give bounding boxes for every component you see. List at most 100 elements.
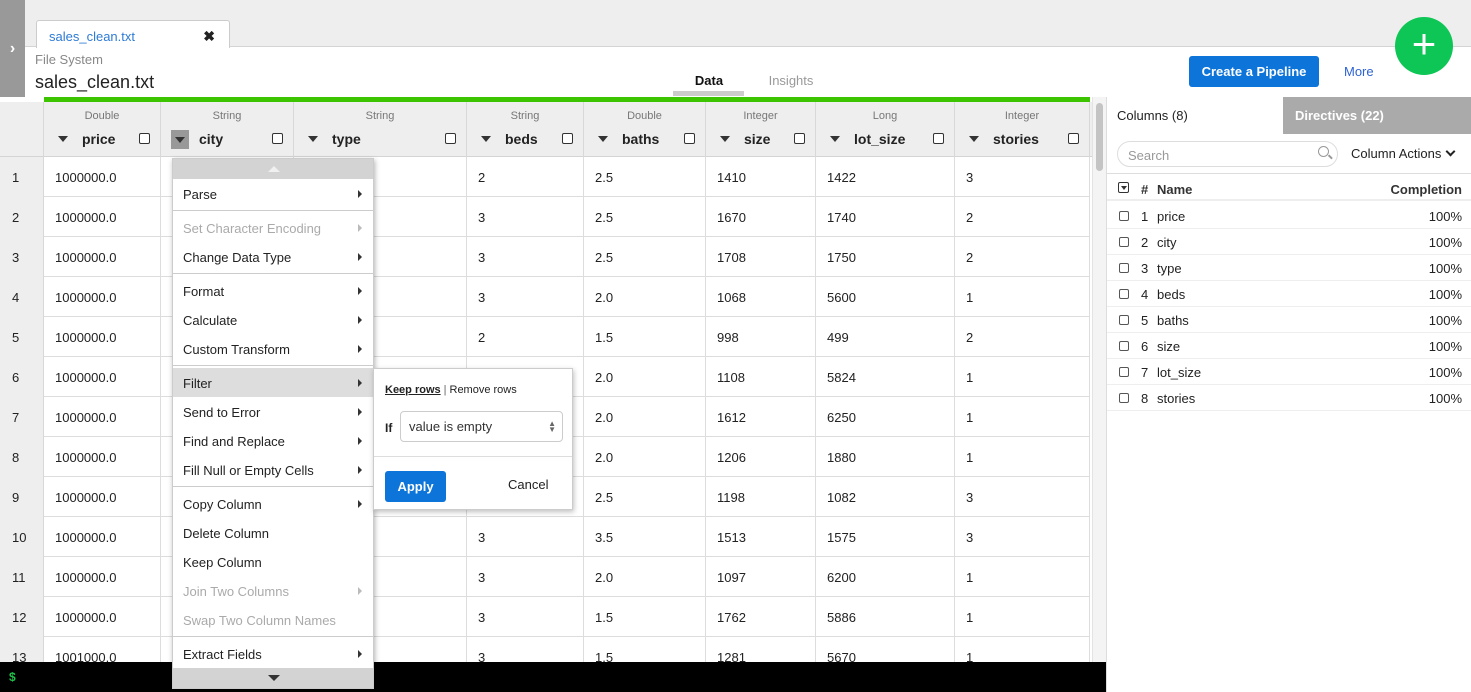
cell-beds[interactable]: 2 [467, 317, 584, 357]
column-select-checkbox[interactable] [1119, 315, 1129, 325]
tab-directives[interactable]: Directives (22) [1283, 97, 1471, 134]
cell-beds[interactable]: 3 [467, 197, 584, 237]
column-checkbox[interactable] [139, 133, 150, 144]
cell-lot_size[interactable]: 1082 [816, 477, 955, 517]
column-list-item[interactable]: 3 type 100% [1107, 255, 1471, 281]
close-icon[interactable]: ✖ [203, 28, 215, 45]
cell-baths[interactable]: 1.5 [584, 597, 706, 637]
tab-insights[interactable]: Insights [755, 73, 827, 88]
column-list-item[interactable]: 6 size 100% [1107, 333, 1471, 359]
grid-scrollbar[interactable] [1092, 97, 1106, 662]
cell-size[interactable]: 1670 [706, 197, 816, 237]
cell-baths[interactable]: 2.5 [584, 237, 706, 277]
column-select-checkbox[interactable] [1119, 393, 1129, 403]
cell-size[interactable]: 1281 [706, 637, 816, 662]
cell-baths[interactable]: 3.5 [584, 517, 706, 557]
cell-stories[interactable]: 3 [955, 477, 1090, 517]
menu-item-delete-column[interactable]: Delete Column [173, 518, 373, 547]
cell-beds[interactable]: 3 [467, 237, 584, 277]
cell-price[interactable]: 1000000.0 [44, 317, 161, 357]
cell-lot_size[interactable]: 1750 [816, 237, 955, 277]
cell-stories[interactable]: 1 [955, 597, 1090, 637]
sidebar-toggle[interactable]: › [0, 0, 25, 97]
column-menu-toggle[interactable] [171, 130, 189, 149]
cell-baths[interactable]: 2.0 [584, 557, 706, 597]
add-fab-button[interactable]: + [1395, 17, 1453, 75]
cell-stories[interactable]: 1 [955, 637, 1090, 662]
cell-baths[interactable]: 2.5 [584, 197, 706, 237]
cell-baths[interactable]: 2.0 [584, 357, 706, 397]
column-checkbox[interactable] [933, 133, 944, 144]
column-list-item[interactable]: 1 price 100% [1107, 203, 1471, 229]
column-select-checkbox[interactable] [1119, 263, 1129, 273]
cancel-button[interactable]: Cancel [508, 477, 548, 492]
select-all-checkbox[interactable] [1118, 182, 1129, 193]
column-header-baths[interactable]: Double baths [584, 102, 706, 157]
menu-item-find-and-replace[interactable]: Find and Replace [173, 426, 373, 455]
menu-item-filter[interactable]: Filter [173, 368, 373, 397]
remove-rows-option[interactable]: Remove rows [450, 384, 517, 396]
cell-lot_size[interactable]: 6250 [816, 397, 955, 437]
column-header-lot_size[interactable]: Long lot_size [816, 102, 955, 157]
cell-size[interactable]: 1097 [706, 557, 816, 597]
scrollbar-thumb[interactable] [1096, 103, 1103, 171]
column-list-item[interactable]: 7 lot_size 100% [1107, 359, 1471, 385]
column-actions-dropdown[interactable]: Column Actions [1351, 146, 1456, 161]
condition-select[interactable]: value is empty ▲ ▼ [400, 411, 563, 442]
column-select-checkbox[interactable] [1119, 211, 1129, 221]
menu-item-parse[interactable]: Parse [173, 179, 373, 208]
menu-item-extract-fields[interactable]: Extract Fields [173, 639, 373, 668]
caret-down-icon[interactable] [720, 136, 730, 142]
column-checkbox[interactable] [445, 133, 456, 144]
cell-size[interactable]: 998 [706, 317, 816, 357]
menu-item-copy-column[interactable]: Copy Column [173, 489, 373, 518]
cell-stories[interactable]: 1 [955, 357, 1090, 397]
cell-stories[interactable]: 3 [955, 157, 1090, 197]
file-tab[interactable]: sales_clean.txt ✖ [36, 20, 230, 48]
caret-down-icon[interactable] [969, 136, 979, 142]
column-header-type[interactable]: String type [294, 102, 467, 157]
cell-stories[interactable]: 1 [955, 397, 1090, 437]
caret-down-icon[interactable] [481, 136, 491, 142]
cell-size[interactable]: 1108 [706, 357, 816, 397]
cell-size[interactable]: 1068 [706, 277, 816, 317]
cell-baths[interactable]: 2.0 [584, 277, 706, 317]
column-checkbox[interactable] [272, 133, 283, 144]
column-header-city[interactable]: String city [161, 102, 294, 157]
cell-beds[interactable]: 3 [467, 637, 584, 662]
cell-lot_size[interactable]: 5600 [816, 277, 955, 317]
cell-beds[interactable]: 3 [467, 517, 584, 557]
caret-down-icon[interactable] [58, 136, 68, 142]
cell-price[interactable]: 1000000.0 [44, 437, 161, 477]
column-select-checkbox[interactable] [1119, 289, 1129, 299]
more-link[interactable]: More [1344, 64, 1374, 79]
column-header-price[interactable]: Double price [44, 102, 161, 157]
cell-lot_size[interactable]: 1575 [816, 517, 955, 557]
column-header-size[interactable]: Integer size [706, 102, 816, 157]
cell-lot_size[interactable]: 5886 [816, 597, 955, 637]
cell-size[interactable]: 1198 [706, 477, 816, 517]
column-checkbox[interactable] [1068, 133, 1079, 144]
cell-lot_size[interactable]: 5824 [816, 357, 955, 397]
column-checkbox[interactable] [794, 133, 805, 144]
menu-scroll-up[interactable] [173, 159, 373, 179]
cell-size[interactable]: 1206 [706, 437, 816, 477]
cell-price[interactable]: 1000000.0 [44, 557, 161, 597]
caret-down-icon[interactable] [308, 136, 318, 142]
cell-baths[interactable]: 2.5 [584, 477, 706, 517]
cell-stories[interactable]: 2 [955, 237, 1090, 277]
cell-lot_size[interactable]: 1422 [816, 157, 955, 197]
cell-baths[interactable]: 1.5 [584, 637, 706, 662]
menu-scroll-down[interactable] [173, 668, 373, 688]
terminal-bar[interactable]: $ [0, 662, 1106, 692]
cell-price[interactable]: 1000000.0 [44, 277, 161, 317]
column-select-checkbox[interactable] [1119, 341, 1129, 351]
keep-rows-option[interactable]: Keep rows [385, 384, 441, 396]
cell-beds[interactable]: 3 [467, 557, 584, 597]
menu-item-fill-null-or-empty-cells[interactable]: Fill Null or Empty Cells [173, 455, 373, 484]
cell-baths[interactable]: 2.5 [584, 157, 706, 197]
cell-price[interactable]: 1000000.0 [44, 597, 161, 637]
cell-lot_size[interactable]: 1740 [816, 197, 955, 237]
column-select-checkbox[interactable] [1119, 237, 1129, 247]
column-checkbox[interactable] [562, 133, 573, 144]
